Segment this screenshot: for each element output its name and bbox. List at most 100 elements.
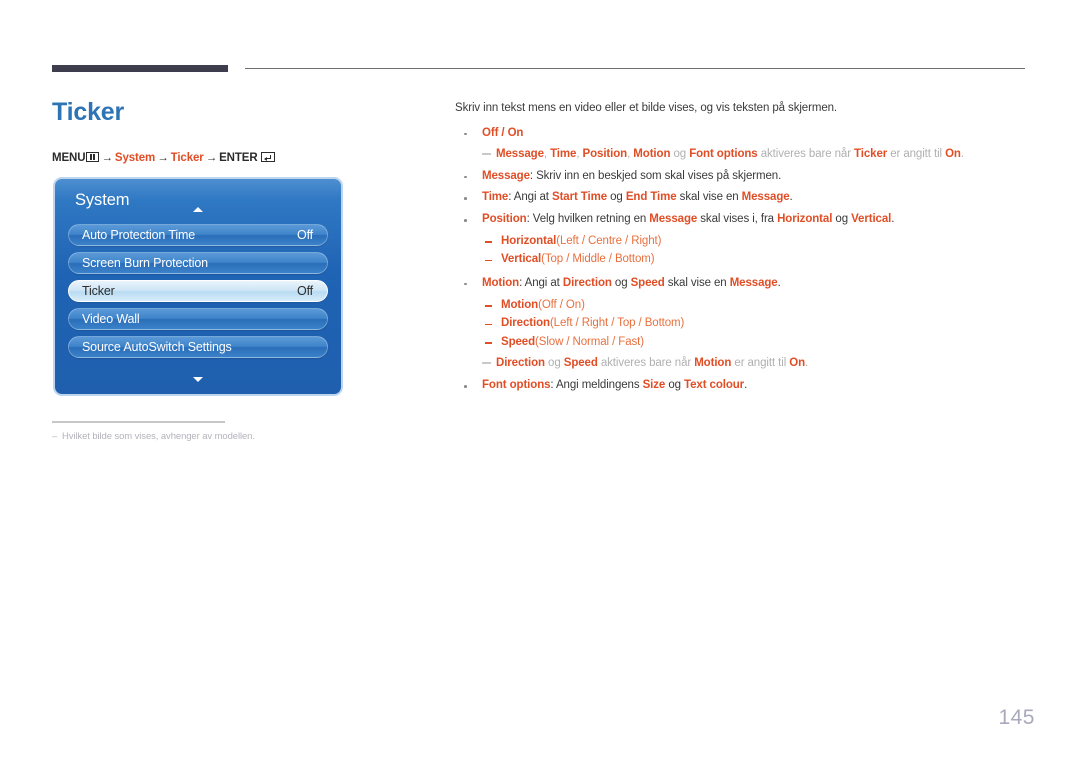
breadcrumb-arrow-2: → xyxy=(157,152,169,164)
subbullet-values: (Slow / Normal / Fast) xyxy=(535,335,644,348)
bullet-text: . xyxy=(789,191,793,204)
bullet-message: Message: Skriv inn en beskjed som skal v… xyxy=(455,169,1035,185)
note-text: og xyxy=(544,357,564,370)
bullet-keyword-message: Message xyxy=(729,276,778,289)
bullet-text: og xyxy=(611,276,631,289)
header-accent-bar xyxy=(52,65,228,72)
note-keyword-motion: Motion xyxy=(694,357,732,370)
bullet-text: skal vises i, fra xyxy=(697,213,778,226)
osd-row-value: Off xyxy=(297,228,313,242)
breadcrumb: MENU → System → Ticker → ENTER xyxy=(52,152,275,164)
note-keyword-time: Time xyxy=(550,148,577,161)
bullet-text: : Angi at xyxy=(508,191,552,204)
subbullet-values: (Top / Middle / Bottom) xyxy=(541,253,655,266)
bullet-keyword-end-time: End Time xyxy=(625,191,677,204)
osd-row-screen-burn-protection[interactable]: Screen Burn Protection xyxy=(68,252,328,274)
bullet-text: . xyxy=(891,213,895,226)
note-keyword-ticker: Ticker xyxy=(854,148,888,161)
bullet-text: og xyxy=(832,213,852,226)
enter-key-icon xyxy=(260,152,275,162)
bullet-text: : Angi at xyxy=(519,276,563,289)
content-column: Skriv inn tekst mens en video eller et b… xyxy=(455,101,1035,400)
bullet-keyword-message: Message xyxy=(649,213,698,226)
note-ticker-dependency: Message, Time, Position, Motion og Font … xyxy=(455,147,1035,163)
note-text: er angitt til xyxy=(731,357,790,370)
osd-row-label: Source AutoSwitch Settings xyxy=(82,340,232,354)
header-divider-rule xyxy=(245,68,1025,69)
subbullet-values: (Left / Centre / Right) xyxy=(556,234,662,247)
osd-row-source-autoswitch-settings[interactable]: Source AutoSwitch Settings xyxy=(68,336,328,358)
bullet-text: skal vise en xyxy=(676,191,742,204)
bullet-text: : Angi meldingens xyxy=(550,379,643,392)
subbullet-speed: Speed(Slow / Normal / Fast) xyxy=(455,335,1035,351)
osd-row-auto-protection-time[interactable]: Auto Protection Time Off xyxy=(68,224,328,246)
note-text: aktiveres bare når xyxy=(757,148,855,161)
subbullet-keyword: Vertical xyxy=(501,253,542,266)
bullet-keyword: Font options xyxy=(482,379,551,392)
bullet-text: . xyxy=(777,276,781,289)
bullet-text: : Velg hvilken retning en xyxy=(526,213,650,226)
chevron-down-icon[interactable] xyxy=(193,377,203,382)
bullet-keyword-size: Size xyxy=(642,379,666,392)
page-number: 145 xyxy=(998,706,1035,729)
osd-menu-panel: System Auto Protection Time Off Screen B… xyxy=(53,177,343,396)
bullet-keyword-text-colour: Text colour xyxy=(684,379,745,392)
note-keyword-on: On xyxy=(945,148,961,161)
bullet-keyword-speed: Speed xyxy=(630,276,665,289)
note-keyword-font-options: Font options xyxy=(689,148,758,161)
osd-row-label: Ticker xyxy=(82,284,115,298)
note-keyword-position: Position xyxy=(582,148,628,161)
note-text: . xyxy=(960,148,964,161)
bullet-time: Time: Angi at Start Time og End Time ska… xyxy=(455,190,1035,206)
bullet-keyword-vertical: Vertical xyxy=(851,213,892,226)
subbullet-keyword: Motion xyxy=(501,298,539,311)
menu-bars-icon xyxy=(86,152,100,162)
footnote-text: Hvilket bilde som vises, avhenger av mod… xyxy=(62,431,255,442)
bullet-text: og xyxy=(665,379,685,392)
osd-panel-title: System xyxy=(75,191,130,209)
note-keyword-motion: Motion xyxy=(633,148,671,161)
breadcrumb-menu-label: MENU xyxy=(52,152,86,164)
chevron-up-icon[interactable] xyxy=(193,207,203,212)
breadcrumb-item-system: System xyxy=(114,152,156,164)
subbullet-horizontal: Horizontal(Left / Centre / Right) xyxy=(455,234,1035,250)
page-title: Ticker xyxy=(52,98,125,126)
osd-row-label: Auto Protection Time xyxy=(82,228,196,242)
bullet-label: Off / On xyxy=(482,126,524,139)
osd-row-ticker[interactable]: Ticker Off xyxy=(68,280,328,302)
footnote: – Hvilket bilde som vises, avhenger av mo… xyxy=(52,431,255,442)
note-text: . xyxy=(805,357,809,370)
bullet-text: . xyxy=(744,379,748,392)
osd-row-value: Off xyxy=(297,284,313,298)
subbullet-values: (Left / Right / Top / Bottom) xyxy=(549,317,685,330)
bullet-keyword-message: Message xyxy=(741,191,790,204)
note-text: er angitt til xyxy=(887,148,946,161)
bullet-position: Position: Velg hvilken retning en Messag… xyxy=(455,212,1035,228)
osd-row-label: Screen Burn Protection xyxy=(82,256,208,270)
bullet-text: skal vise en xyxy=(664,276,730,289)
breadcrumb-enter-label: ENTER xyxy=(219,152,258,164)
subbullet-motion: Motion(Off / On) xyxy=(455,298,1035,314)
bullet-text: og xyxy=(607,191,626,204)
note-keyword-direction: Direction xyxy=(496,357,545,370)
bullet-motion: Motion: Angi at Direction og Speed skal … xyxy=(455,276,1035,292)
bullet-text: : Skriv inn en beskjed som skal vises på… xyxy=(529,169,782,182)
note-sep: og xyxy=(670,148,690,161)
subbullet-vertical: Vertical(Top / Middle / Bottom) xyxy=(455,252,1035,268)
bullet-keyword: Position xyxy=(482,213,527,226)
bullet-keyword: Motion xyxy=(482,276,520,289)
subbullet-values: (Off / On) xyxy=(538,298,585,311)
intro-paragraph: Skriv inn tekst mens en video eller et b… xyxy=(455,102,838,114)
note-keyword-speed: Speed xyxy=(563,357,598,370)
subbullet-direction: Direction(Left / Right / Top / Bottom) xyxy=(455,316,1035,332)
breadcrumb-item-ticker: Ticker xyxy=(170,152,204,164)
bullet-keyword-horizontal: Horizontal xyxy=(777,213,833,226)
bullet-keyword: Time xyxy=(482,191,509,204)
osd-row-video-wall[interactable]: Video Wall xyxy=(68,308,328,330)
bullet-keyword: Message xyxy=(482,169,530,182)
subbullet-keyword: Speed xyxy=(501,335,536,348)
note-keyword-message: Message xyxy=(496,148,544,161)
osd-row-label: Video Wall xyxy=(82,312,140,326)
bullet-keyword-direction: Direction xyxy=(562,276,612,289)
note-motion-dependency: Direction og Speed aktiveres bare når Mo… xyxy=(455,356,1035,372)
